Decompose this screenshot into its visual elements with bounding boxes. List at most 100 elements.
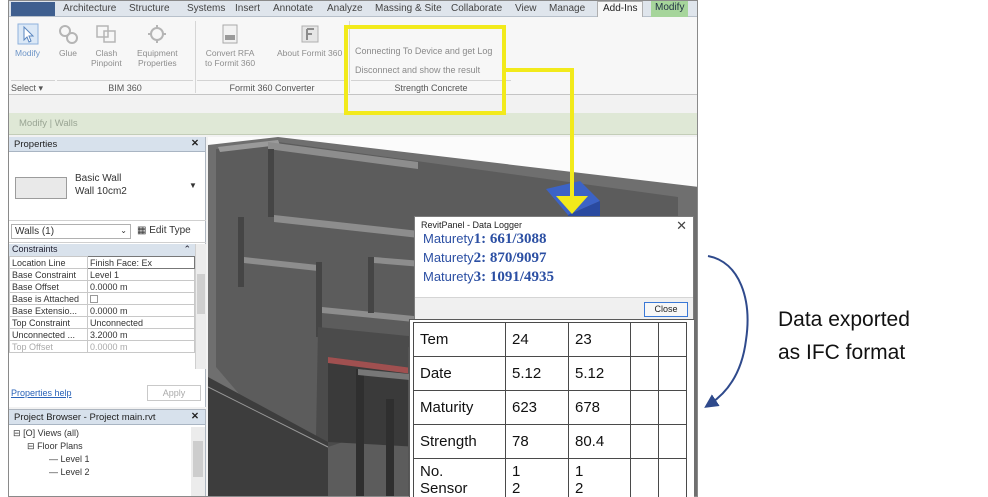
context-label: Modify | Walls xyxy=(19,118,78,129)
table-cell xyxy=(658,322,687,357)
property-value[interactable]: Level 1 xyxy=(87,268,195,281)
tab-analyze[interactable]: Analyze xyxy=(327,3,363,14)
properties-table: Location Line Finish Face: Ex Base Constra… xyxy=(9,256,195,353)
table-cell xyxy=(658,458,687,497)
chevron-down-icon[interactable]: ▼ xyxy=(189,181,197,190)
table-cell xyxy=(658,424,687,459)
tab-modify[interactable]: Modify xyxy=(651,1,689,17)
glue-button[interactable]: Glue xyxy=(57,23,79,58)
property-value[interactable]: 0.0000 m xyxy=(87,340,195,353)
rfa-document-icon xyxy=(219,23,241,45)
instance-filter-dropdown[interactable]: Walls (1) ⌄ xyxy=(11,224,131,239)
table-cell: Tem xyxy=(413,322,506,357)
properties-help-link[interactable]: Properties help xyxy=(11,388,72,398)
project-browser: Project Browser - Project main.rvt ✕ ⊟ [… xyxy=(9,409,206,496)
property-value[interactable] xyxy=(87,292,195,305)
maturity-line-2: Maturety2: 870/9097 xyxy=(423,250,547,266)
table-cell: Date xyxy=(413,356,506,391)
table-cell: Strength xyxy=(413,424,506,459)
property-row[interactable]: Location Line Finish Face: Ex xyxy=(9,256,195,269)
table-row: Maturity 623 678 xyxy=(413,390,687,425)
tree-item-floor-plans[interactable]: ⊟ Floor Plans xyxy=(9,440,189,453)
file-tab[interactable] xyxy=(11,2,55,16)
close-icon[interactable]: ✕ xyxy=(191,138,199,149)
tab-manage[interactable]: Manage xyxy=(549,3,585,14)
context-bar: Modify | Walls xyxy=(9,113,697,135)
table-cell: 623 xyxy=(505,390,569,425)
properties-scrollbar[interactable] xyxy=(195,244,206,369)
property-value[interactable]: Finish Face: Ex xyxy=(87,256,195,269)
property-row[interactable]: Top Constraint Unconnected xyxy=(9,316,195,329)
properties-title: Properties xyxy=(14,139,58,150)
tab-view[interactable]: View xyxy=(515,3,537,14)
property-row[interactable]: Top Offset 0.0000 m xyxy=(9,340,195,353)
disconnect-show-result-button[interactable]: Disconnect and show the result xyxy=(355,65,480,75)
property-row[interactable]: Base Constraint Level 1 xyxy=(9,268,195,281)
close-button[interactable]: Close xyxy=(644,302,688,317)
table-cell: 12 xyxy=(568,458,631,497)
project-browser-header: Project Browser - Project main.rvt ✕ xyxy=(9,410,205,425)
tree-item-level-2[interactable]: — Level 2 xyxy=(9,466,189,479)
type-selector[interactable]: Basic Wall Wall 10cm2 ▼ xyxy=(9,153,206,221)
tab-add-ins[interactable]: Add-Ins xyxy=(597,1,644,17)
tree-item-views[interactable]: ⊟ [O] Views (all) xyxy=(9,427,189,440)
tab-systems[interactable]: Systems xyxy=(187,3,225,14)
sensor-data-table-panel: Tem 24 23 Date 5.12 5.12 Maturity 623 67 xyxy=(409,319,694,497)
table-cell: No. Sensor xyxy=(413,458,506,497)
caption-line-1: Data exported xyxy=(778,308,910,331)
about-formit-button[interactable]: About Formit 360 xyxy=(277,23,342,58)
table-cell: 80.4 xyxy=(568,424,631,459)
close-icon[interactable]: ✕ xyxy=(191,411,199,422)
tab-collaborate[interactable]: Collaborate xyxy=(451,3,502,14)
curved-export-arrow xyxy=(704,255,749,408)
property-key: Location Line xyxy=(9,256,88,269)
sensor-data-table: Tem 24 23 Date 5.12 5.12 Maturity 623 67 xyxy=(413,322,687,497)
property-key: Unconnected ... xyxy=(9,328,88,341)
tab-structure[interactable]: Structure xyxy=(129,3,170,14)
tab-annotate[interactable]: Annotate xyxy=(273,3,313,14)
table-cell: 5.12 xyxy=(568,356,631,391)
property-value[interactable]: 0.0000 m xyxy=(87,280,195,293)
apply-button[interactable]: Apply xyxy=(147,385,201,401)
table-cell: 23 xyxy=(568,322,631,357)
property-value[interactable]: Unconnected xyxy=(87,316,195,329)
tree-item-level-1[interactable]: — Level 1 xyxy=(9,453,189,466)
property-row[interactable]: Unconnected ... 3.2000 m xyxy=(9,328,195,341)
dialog-footer: Close xyxy=(415,297,693,319)
clash-pinpoint-button[interactable]: Clash Pinpoint xyxy=(91,23,122,68)
property-row[interactable]: Base Extensio... 0.0000 m xyxy=(9,304,195,317)
property-key: Top Offset xyxy=(9,340,88,353)
connect-device-get-log-button[interactable]: Connecting To Device and get Log xyxy=(355,46,492,56)
tab-architecture[interactable]: Architecture xyxy=(63,3,116,14)
formit-logo-icon xyxy=(299,23,321,45)
instance-row: Walls (1) ⌄ ▦ Edit Type xyxy=(9,221,206,243)
close-icon[interactable]: ✕ xyxy=(676,218,687,234)
collapse-box-icon[interactable]: ⊟ xyxy=(27,441,35,451)
table-row: No. Sensor 12 12 xyxy=(413,458,687,497)
project-browser-title: Project Browser - Project main.rvt xyxy=(14,412,156,423)
convert-rfa-button[interactable]: Convert RFA to Formit 360 xyxy=(205,23,255,68)
figure-stage: Architecture Structure Systems Insert An… xyxy=(0,0,988,497)
select-panel-dropdown[interactable]: Select ▾ xyxy=(11,80,55,94)
collapse-box-icon[interactable]: ⊟ xyxy=(13,428,21,438)
tab-massing-site[interactable]: Massing & Site xyxy=(375,3,442,14)
table-cell xyxy=(658,356,687,391)
property-value[interactable]: 0.0000 m xyxy=(87,304,195,317)
property-value[interactable]: 3.2000 m xyxy=(87,328,195,341)
tab-insert[interactable]: Insert xyxy=(235,3,260,14)
property-row[interactable]: Base Offset 0.0000 m xyxy=(9,280,195,293)
equipment-properties-button[interactable]: Equipment Properties xyxy=(137,23,178,68)
gear-cluster-icon xyxy=(57,23,79,45)
table-cell xyxy=(630,322,659,357)
constraints-group-header[interactable]: Constraints ⌃ xyxy=(9,244,195,256)
table-cell xyxy=(658,390,687,425)
browser-scrollbar[interactable] xyxy=(191,427,205,496)
base-attached-checkbox[interactable] xyxy=(90,295,98,304)
edit-type-button[interactable]: ▦ Edit Type xyxy=(137,225,191,236)
modify-button[interactable]: Modify xyxy=(15,23,40,58)
property-row[interactable]: Base is Attached xyxy=(9,292,195,305)
table-cell xyxy=(630,356,659,391)
table-cell: 78 xyxy=(505,424,569,459)
data-logger-title: RevitPanel - Data Logger xyxy=(421,220,523,230)
edit-type-icon: ▦ xyxy=(137,225,147,236)
